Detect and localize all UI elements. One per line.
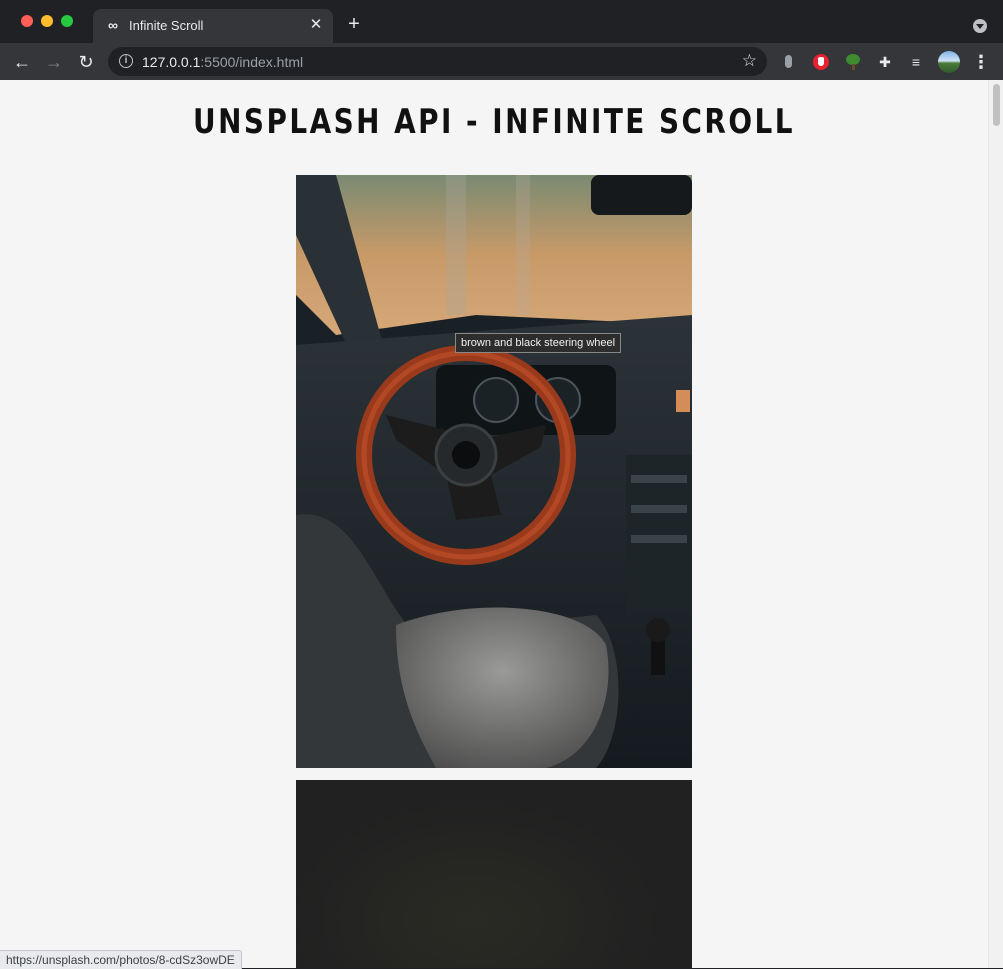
extensions-puzzle-icon[interactable]: ✚ [875,52,895,72]
page-viewport: UNSPLASH API - INFINITE SCROLL [0,80,988,968]
url-host: 127.0.0.1 [142,54,201,70]
tab-title: Infinite Scroll [129,18,204,33]
site-info-icon[interactable]: i [119,54,133,68]
back-button[interactable]: ← [11,51,33,73]
reload-button[interactable]: ↻ [75,51,97,73]
infinity-icon: ∞ [108,17,118,33]
address-bar[interactable]: i 127.0.0.1:5500/index.html ☆ [108,47,767,76]
tab-close-icon[interactable]: ✕ [307,16,325,34]
url-path: :5500/index.html [200,54,304,70]
photo-steering-wheel[interactable] [296,175,692,768]
status-bar-url: https://unsplash.com/photos/8-cdSz3owDE [0,950,242,969]
url-text[interactable]: 127.0.0.1:5500/index.html [142,54,303,70]
extension-tree-icon[interactable] [843,52,863,72]
browser-titlebar: ∞ Infinite Scroll ✕ + [0,0,1003,43]
extension-stop-hand-icon[interactable] [811,52,831,72]
forward-button[interactable]: → [43,51,65,73]
page-scrollbar[interactable] [988,80,1003,968]
photo-dark[interactable] [296,780,692,968]
bookmark-star-icon[interactable]: ☆ [742,51,757,71]
more-menu-icon[interactable]: ⋮ [971,52,991,72]
page-title: UNSPLASH API - INFINITE SCROLL [193,102,795,142]
steering-wheel-image [296,175,692,768]
extension-gray-icon[interactable] [779,52,799,72]
media-control-icon[interactable]: ≡ [906,52,926,72]
minimize-window-button[interactable] [41,15,53,27]
tab-search-icon[interactable] [973,19,987,33]
maximize-window-button[interactable] [61,15,73,27]
scrollbar-thumb[interactable] [993,84,1000,126]
image-tooltip: brown and black steering wheel [455,333,622,353]
new-tab-button[interactable]: + [345,14,363,34]
browser-tab[interactable]: ∞ Infinite Scroll ✕ [93,9,333,43]
profile-avatar[interactable] [938,51,960,73]
browser-toolbar: ← → ↻ i 127.0.0.1:5500/index.html ☆ ✚ ≡ … [0,43,1003,80]
close-window-button[interactable] [21,15,33,27]
